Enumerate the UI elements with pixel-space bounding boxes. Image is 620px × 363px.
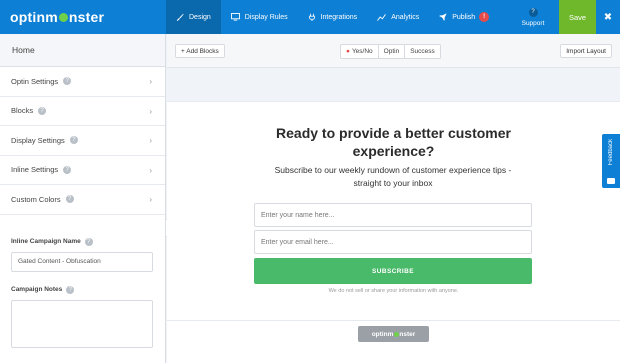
close-button[interactable]: ✖ xyxy=(596,0,620,34)
sidebar-item-label: Blocks xyxy=(11,106,34,116)
sidebar-home[interactable]: Home xyxy=(0,34,165,67)
optin-headline[interactable]: Ready to provide a better customer exper… xyxy=(167,124,620,160)
nav-publish-label: Publish xyxy=(452,13,476,21)
subscribe-button[interactable]: SUBSCRIBE xyxy=(254,258,532,284)
help-icon[interactable]: ? xyxy=(63,165,72,174)
rocket-icon xyxy=(439,13,447,21)
editor-toolbar: + Add Blocks ● Yes/No Optin Success Impor… xyxy=(167,34,620,68)
view-optin[interactable]: Optin xyxy=(378,45,406,58)
nav-publish[interactable]: Publish ! xyxy=(429,0,499,34)
chevron-right-icon: › xyxy=(149,165,152,175)
sidebar-item-blocks[interactable]: Blocks ? › xyxy=(0,97,165,126)
nav-analytics[interactable]: Analytics xyxy=(367,0,429,34)
logo-eye-icon xyxy=(393,331,399,337)
help-icon: ? xyxy=(528,7,538,17)
help-icon[interactable]: ? xyxy=(65,195,74,204)
sidebar: Home Optin Settings ? › Blocks ? › Displ… xyxy=(0,34,166,363)
feedback-label: Feedback xyxy=(608,139,614,166)
chart-icon xyxy=(377,13,387,21)
campaign-notes-textarea[interactable] xyxy=(11,299,153,348)
nav-design[interactable]: Design xyxy=(166,0,221,34)
campaign-name-input[interactable]: Gated Content - Obfuscation xyxy=(11,251,153,272)
top-navigation: optinm nster Design Display Rules Integra… xyxy=(0,0,620,34)
help-icon[interactable]: ? xyxy=(66,285,75,294)
feedback-tab[interactable]: Feedback xyxy=(602,134,620,188)
chevron-right-icon: › xyxy=(149,106,152,116)
yes-no-indicator-icon: ● xyxy=(346,48,350,55)
support-button[interactable]: ? Support xyxy=(515,0,551,34)
publish-warning-badge: ! xyxy=(479,12,490,22)
powered-by-optinmonster-badge[interactable]: optinm nster xyxy=(358,326,429,342)
plug-icon xyxy=(308,13,316,21)
optin-subheadline[interactable]: Subscribe to our weekly rundown of custo… xyxy=(253,164,533,189)
paintbrush-icon xyxy=(176,13,184,21)
chevron-right-icon: › xyxy=(149,77,152,86)
help-icon[interactable]: ? xyxy=(38,106,47,115)
help-icon[interactable]: ? xyxy=(84,237,93,246)
view-success[interactable]: Success xyxy=(405,45,440,58)
nav-integrations[interactable]: Integrations xyxy=(298,0,368,34)
sidebar-item-inline-settings[interactable]: Inline Settings ? › xyxy=(0,156,165,185)
nav-analytics-label: Analytics xyxy=(391,13,420,21)
optinmonster-logo[interactable]: optinm nster xyxy=(0,0,166,34)
privacy-note: We do not sell or share your information… xyxy=(328,288,459,294)
view-switcher: ● Yes/No Optin Success xyxy=(340,44,441,59)
monitor-icon xyxy=(230,13,240,21)
sidebar-item-label: Optin Settings xyxy=(11,76,59,86)
message-icon xyxy=(607,178,615,184)
sidebar-item-label: Display Settings xyxy=(11,135,65,145)
nav-display-rules-label: Display Rules xyxy=(244,13,288,21)
nav-integrations-label: Integrations xyxy=(320,13,358,21)
help-icon[interactable]: ? xyxy=(63,77,72,86)
save-button[interactable]: Save xyxy=(559,0,596,34)
chevron-right-icon: › xyxy=(149,136,152,145)
support-label: Support xyxy=(521,19,545,27)
sidebar-item-custom-colors[interactable]: Custom Colors ? › xyxy=(0,185,165,215)
campaign-name-label: Inline Campaign Name ? xyxy=(0,237,165,246)
chevron-right-icon: › xyxy=(149,195,152,204)
logo-text-prefix: optinm xyxy=(10,9,58,25)
email-field[interactable]: Enter your email here... xyxy=(254,230,532,254)
view-yes-no[interactable]: ● Yes/No xyxy=(341,45,379,58)
sidebar-item-label: Custom Colors xyxy=(11,194,61,204)
add-blocks-button[interactable]: + Add Blocks xyxy=(175,44,225,58)
sidebar-item-optin-settings[interactable]: Optin Settings ? › xyxy=(0,67,165,97)
logo-text-suffix: nster xyxy=(68,9,105,25)
sidebar-item-label: Inline Settings xyxy=(11,165,59,175)
divider xyxy=(167,320,620,321)
close-icon: ✖ xyxy=(603,11,613,23)
name-field[interactable]: Enter your name here... xyxy=(254,203,532,227)
optin-preview-canvas: Ready to provide a better customer exper… xyxy=(167,101,620,363)
logo-eye-icon xyxy=(58,12,68,22)
nav-design-label: Design xyxy=(189,13,211,21)
campaign-notes-label: Campaign Notes ? xyxy=(0,285,165,294)
nav-display-rules[interactable]: Display Rules xyxy=(221,0,298,34)
sidebar-item-display-settings[interactable]: Display Settings ? › xyxy=(0,126,165,156)
help-icon[interactable]: ? xyxy=(69,136,78,145)
import-layout-button[interactable]: Import Layout xyxy=(560,44,612,58)
